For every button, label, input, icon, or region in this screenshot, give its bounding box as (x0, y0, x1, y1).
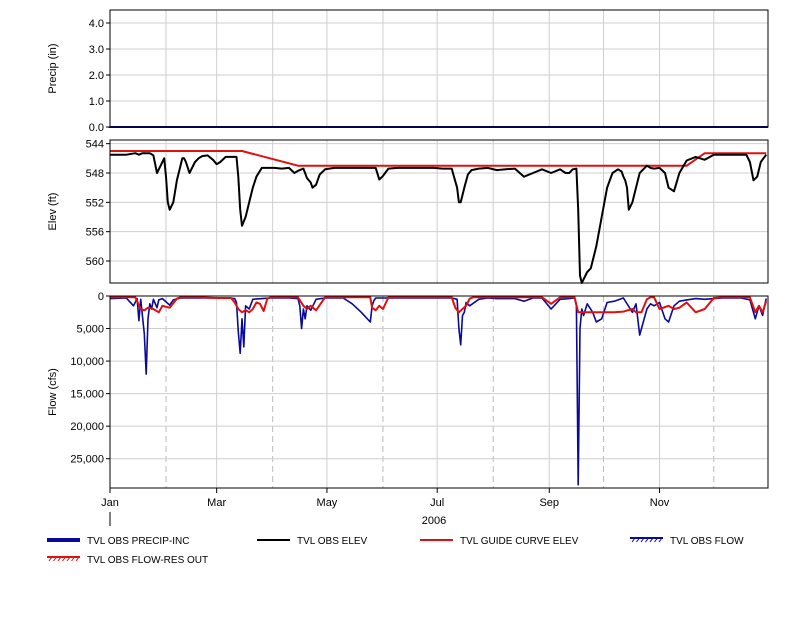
legend-item: TVL OBS ELEV (257, 536, 368, 547)
x-axis: Jan Mar May Jul Sep Nov 2006 (101, 488, 670, 527)
y-tick-label: 20,000 (70, 421, 104, 433)
x-tick-label: Jul (430, 497, 444, 509)
legend-item: TVL OBS FLOW-RES OUT (47, 555, 208, 566)
x-tick-label: Nov (650, 497, 670, 509)
y-axis-label: Precip (in) (47, 43, 59, 93)
y-tick-label: 0 (98, 291, 104, 303)
y-tick-label: 544 (86, 139, 104, 151)
chart-canvas: 0.01.02.03.04.0Precip (in) 5445485525565… (47, 9, 769, 566)
x-tick-label: May (317, 497, 338, 509)
y-tick-label: 2.0 (89, 70, 104, 82)
legend-label: TVL OBS FLOW-RES OUT (87, 555, 208, 566)
elev-panel: 544 548 552 556 560 Elev (ft) (47, 139, 769, 284)
year-label: 2006 (422, 515, 446, 527)
guide-curve-line (110, 150, 767, 167)
y-axis-label: Elev (ft) (47, 193, 59, 231)
y-tick-label: 552 (86, 197, 104, 209)
legend-label: TVL GUIDE CURVE ELEV (460, 536, 579, 547)
y-tick-label: 5,000 (76, 324, 104, 336)
y-tick-label: 1.0 (89, 96, 104, 108)
y-tick-label: 0.0 (89, 122, 104, 134)
legend-item: TVL OBS PRECIP-INC (47, 536, 189, 547)
y-tick-label: 15,000 (70, 389, 104, 401)
res-out-line (110, 296, 768, 314)
legend-label: TVL OBS ELEV (297, 536, 368, 547)
legend-item: TVL GUIDE CURVE ELEV (420, 536, 579, 547)
x-tick-label: Jan (101, 497, 119, 509)
plot-frame (109, 139, 769, 284)
precip-panel: 0.0 1.0 2.0 3.0 4.0 Precip (in) (47, 9, 769, 134)
y-tick-label: 560 (86, 256, 104, 268)
legend: TVL OBS PRECIP-INC TVL OBS ELEV TVL GUIDE … (47, 536, 744, 566)
y-tick-label: 25,000 (70, 454, 104, 466)
legend-item: TVL OBS FLOW (630, 536, 744, 547)
obs-flow-line (109, 297, 767, 486)
legend-label: TVL OBS PRECIP-INC (87, 536, 189, 547)
legend-label: TVL OBS FLOW (670, 536, 744, 547)
y-tick-label: 3.0 (89, 44, 104, 56)
flow-panel: 0 5,000 10,000 15,000 20,000 25,000 Flow (cfs) (47, 291, 769, 489)
x-tick-label: Sep (539, 497, 559, 509)
y-tick-label: 556 (86, 227, 104, 239)
y-axis-label: Flow (cfs) (47, 368, 59, 416)
x-tick-label: Mar (207, 497, 226, 509)
plot-frame (109, 9, 769, 128)
y-tick-label: 4.0 (89, 18, 104, 30)
y-tick-label: 548 (86, 168, 104, 180)
y-tick-label: 10,000 (70, 356, 104, 368)
